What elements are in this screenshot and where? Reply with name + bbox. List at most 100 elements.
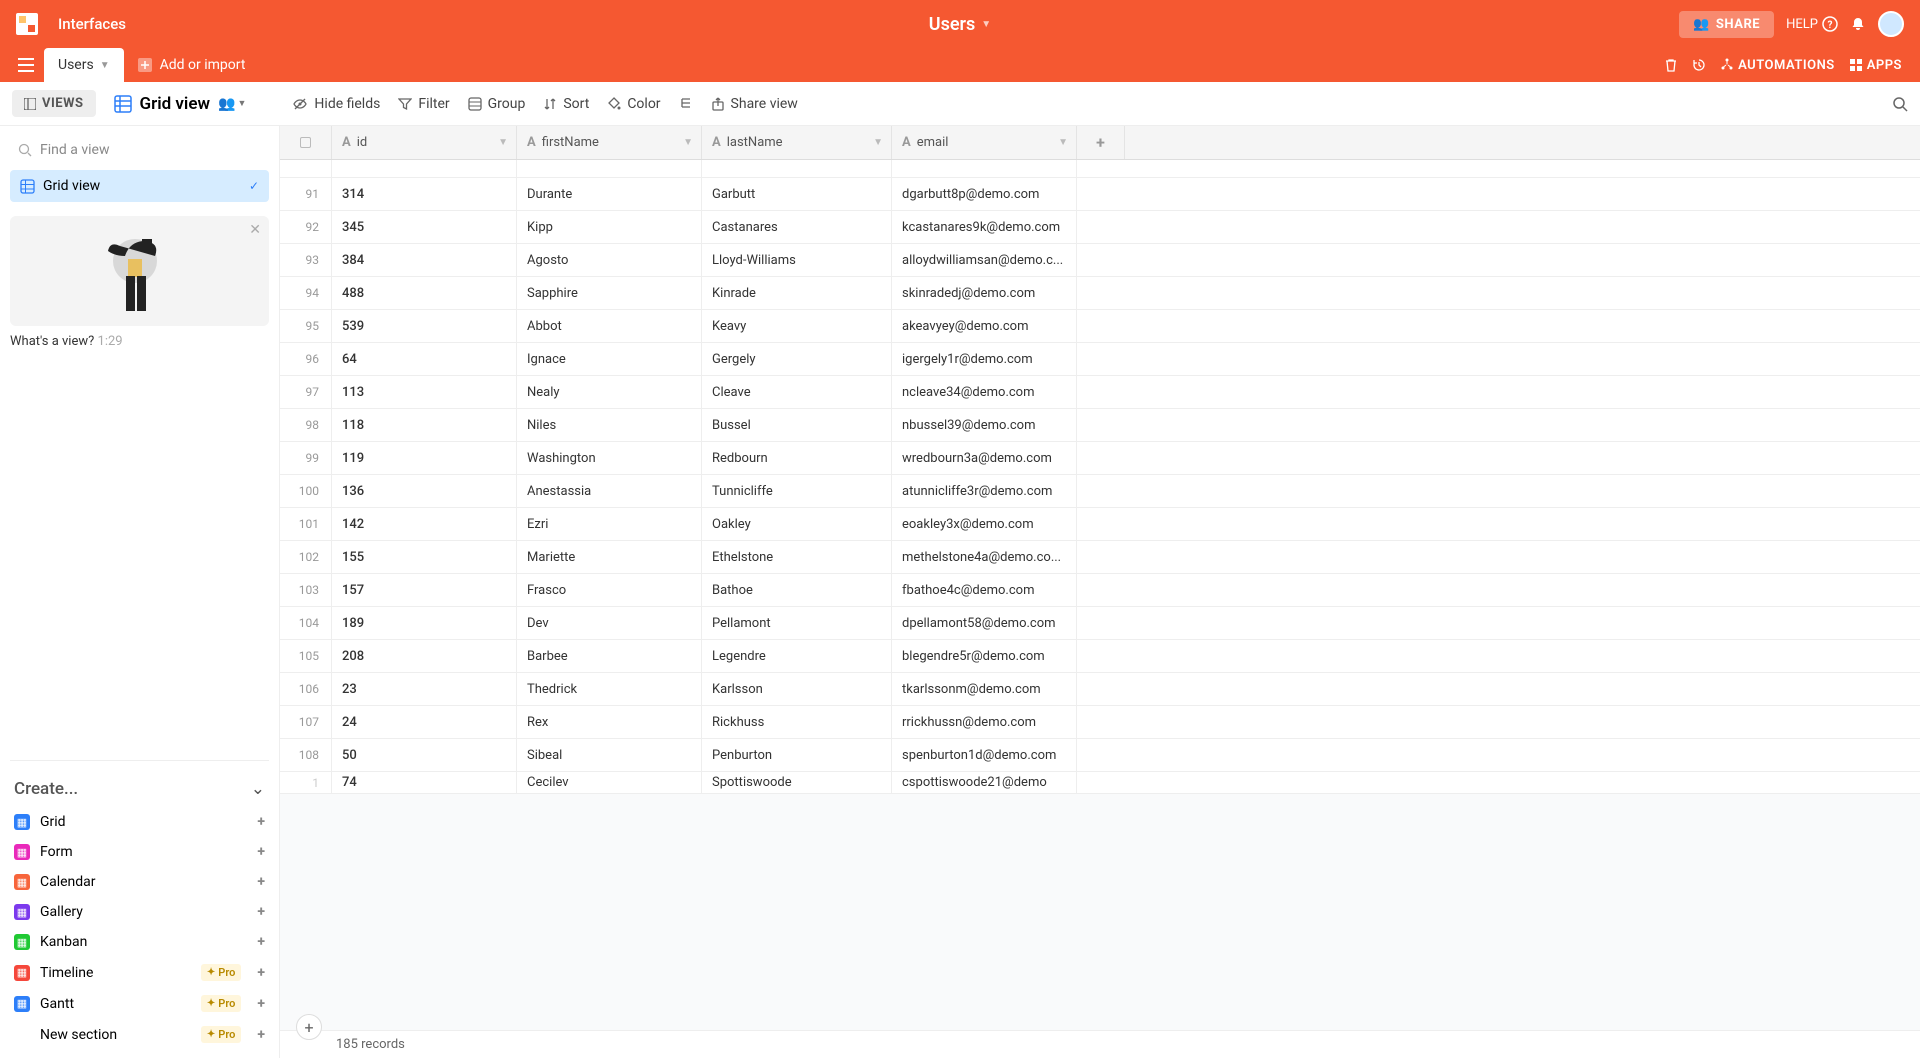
table-row[interactable]: 105 208 Barbee Legendre blegendre5r@demo… — [280, 640, 1920, 673]
chevron-down-icon[interactable]: ▼ — [683, 137, 693, 148]
close-icon[interactable]: ✕ — [249, 222, 261, 238]
plus-icon[interactable]: + — [257, 1027, 265, 1043]
table-row[interactable]: 102 155 Mariette Ethelstone methelstone4… — [280, 541, 1920, 574]
cell-lastname[interactable]: Gergely — [702, 343, 892, 375]
cell-lastname[interactable]: Kinrade — [702, 277, 892, 309]
create-header[interactable]: Create... ⌄ — [10, 771, 269, 807]
cell-id[interactable]: 142 — [332, 508, 517, 540]
cell-lastname[interactable]: Bussel — [702, 409, 892, 441]
create-view-kanban[interactable]: ▦Kanban+ — [10, 927, 269, 957]
cell-email[interactable]: spenburton1d@demo.com — [892, 739, 1077, 771]
cell-email[interactable]: ncleave34@demo.com — [892, 376, 1077, 408]
cell-email[interactable]: kcastanares9k@demo.com — [892, 211, 1077, 243]
cell-email[interactable]: fbathoe4c@demo.com — [892, 574, 1077, 606]
plus-icon[interactable]: + — [257, 996, 265, 1012]
add-or-import-button[interactable]: Add or import — [124, 48, 260, 82]
cell-firstname[interactable]: Sibeal — [517, 739, 702, 771]
row-height-button[interactable] — [679, 97, 693, 111]
search-icon[interactable] — [1892, 96, 1908, 112]
create-view-calendar[interactable]: ▦Calendar+ — [10, 867, 269, 897]
cell-lastname[interactable]: Penburton — [702, 739, 892, 771]
cell-lastname[interactable]: Oakley — [702, 508, 892, 540]
plus-icon[interactable]: + — [257, 934, 265, 950]
cell-id[interactable]: 345 — [332, 211, 517, 243]
interfaces-link[interactable]: Interfaces — [58, 15, 126, 33]
cell-email[interactable]: skinradedj@demo.com — [892, 277, 1077, 309]
share-button[interactable]: 👥 SHARE — [1679, 11, 1774, 38]
filter-button[interactable]: Filter — [398, 96, 449, 112]
cell-id[interactable]: 314 — [332, 178, 517, 210]
promo-card[interactable]: ✕ What's a view? 1:29 — [10, 216, 269, 349]
cell-firstname[interactable]: Ezri — [517, 508, 702, 540]
cell-lastname[interactable]: Pellamont — [702, 607, 892, 639]
user-avatar[interactable] — [1878, 11, 1904, 37]
cell-firstname[interactable]: Nealy — [517, 376, 702, 408]
cell-firstname[interactable]: Barbee — [517, 640, 702, 672]
table-row[interactable]: 101 142 Ezri Oakley eoakley3x@demo.com — [280, 508, 1920, 541]
cell-email[interactable]: blegendre5r@demo.com — [892, 640, 1077, 672]
create-view-gallery[interactable]: ▦Gallery+ — [10, 897, 269, 927]
history-icon[interactable] — [1692, 58, 1706, 72]
table-row[interactable]: 94 488 Sapphire Kinrade skinradedj@demo.… — [280, 277, 1920, 310]
chevron-down-icon[interactable]: ▼ — [1058, 137, 1068, 148]
column-header-firstname[interactable]: AfirstName▼ — [517, 126, 702, 159]
cell-id[interactable]: 189 — [332, 607, 517, 639]
cell-id[interactable]: 50 — [332, 739, 517, 771]
table-row[interactable]: 103 157 Frasco Bathoe fbathoe4c@demo.com — [280, 574, 1920, 607]
cell-lastname[interactable]: Rickhuss — [702, 706, 892, 738]
cell-email[interactable]: tkarlssonm@demo.com — [892, 673, 1077, 705]
cell-firstname[interactable]: Niles — [517, 409, 702, 441]
color-button[interactable]: Color — [607, 96, 660, 112]
table-row[interactable]: 99 119 Washington Redbourn wredbourn3a@d… — [280, 442, 1920, 475]
cell-email[interactable]: akeavyey@demo.com — [892, 310, 1077, 342]
chevron-down-icon[interactable]: ▼ — [873, 137, 883, 148]
cell-email[interactable]: dpellamont58@demo.com — [892, 607, 1077, 639]
active-view-name[interactable]: Grid view 👥▼ — [114, 94, 247, 114]
cell-email[interactable]: dgarbutt8p@demo.com — [892, 178, 1077, 210]
add-row-button[interactable]: + — [296, 1014, 322, 1040]
cell-firstname[interactable]: Anestassia — [517, 475, 702, 507]
find-view-input[interactable]: Find a view — [10, 134, 269, 166]
cell-id[interactable]: 23 — [332, 673, 517, 705]
cell-firstname[interactable]: Thedrick — [517, 673, 702, 705]
cell-firstname[interactable]: Sapphire — [517, 277, 702, 309]
share-view-button[interactable]: Share view — [711, 96, 798, 112]
cell-firstname[interactable]: Washington — [517, 442, 702, 474]
cell-firstname[interactable]: Mariette — [517, 541, 702, 573]
views-button[interactable]: VIEWS — [12, 90, 96, 117]
automations-link[interactable]: AUTOMATIONS — [1720, 58, 1835, 73]
cell-lastname[interactable]: Cleave — [702, 376, 892, 408]
create-view-gantt[interactable]: ▦GanttPro+ — [10, 988, 269, 1019]
cell-firstname[interactable]: Durante — [517, 178, 702, 210]
cell-firstname[interactable]: Dev — [517, 607, 702, 639]
cell-email[interactable]: alloydwilliamsan@demo.c... — [892, 244, 1077, 276]
trash-icon[interactable] — [1664, 58, 1678, 72]
cell-lastname[interactable]: Tunnicliffe — [702, 475, 892, 507]
create-view-timeline[interactable]: ▦TimelinePro+ — [10, 957, 269, 988]
table-row[interactable]: 93 384 Agosto Lloyd-Williams alloydwilli… — [280, 244, 1920, 277]
table-row[interactable]: 106 23 Thedrick Karlsson tkarlssonm@demo… — [280, 673, 1920, 706]
create-view-form[interactable]: ▦Form+ — [10, 837, 269, 867]
cell-lastname[interactable]: Karlsson — [702, 673, 892, 705]
hide-fields-button[interactable]: Hide fields — [292, 96, 380, 112]
column-header-lastname[interactable]: AlastName▼ — [702, 126, 892, 159]
group-button[interactable]: Group — [468, 96, 526, 112]
app-logo[interactable] — [16, 13, 38, 35]
plus-icon[interactable]: + — [257, 965, 265, 981]
cell-firstname[interactable]: Kipp — [517, 211, 702, 243]
table-row[interactable]: 97 113 Nealy Cleave ncleave34@demo.com — [280, 376, 1920, 409]
cell-id[interactable]: 136 — [332, 475, 517, 507]
column-header-id[interactable]: Aid▼ — [332, 126, 517, 159]
cell-firstname[interactable]: Rex — [517, 706, 702, 738]
table-row[interactable]: 104 189 Dev Pellamont dpellamont58@demo.… — [280, 607, 1920, 640]
plus-icon[interactable]: + — [257, 844, 265, 860]
menu-icon[interactable] — [8, 48, 44, 82]
cell-email[interactable]: wredbourn3a@demo.com — [892, 442, 1077, 474]
cell-email[interactable]: methelstone4a@demo.co... — [892, 541, 1077, 573]
table-row[interactable]: 95 539 Abbot Keavy akeavyey@demo.com — [280, 310, 1920, 343]
create-view-new-section[interactable]: New sectionPro+ — [10, 1019, 269, 1050]
cell-email[interactable]: eoakley3x@demo.com — [892, 508, 1077, 540]
collaborators-icon[interactable]: 👥▼ — [218, 96, 246, 112]
cell-id[interactable]: 539 — [332, 310, 517, 342]
cell-email[interactable]: igergely1r@demo.com — [892, 343, 1077, 375]
